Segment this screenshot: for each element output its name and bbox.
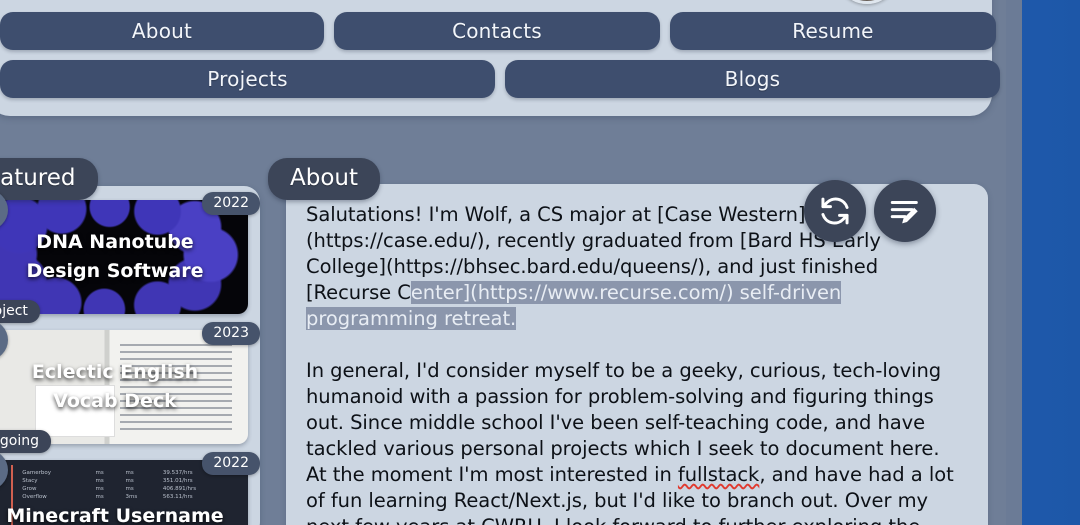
table-cell: 406.891/hrs [160,485,243,493]
navigation-card: About Contacts Resume Projects Blogs [0,0,992,116]
table-row: Stacymsms351.01/hrs [19,477,242,485]
nav-projects-label: Projects [207,67,287,91]
nav-about-label: About [132,19,192,43]
edit-list-icon [888,194,922,228]
scrollbar-thumb[interactable] [1006,0,1022,525]
accent-bar [11,465,13,525]
table-cell: Grow [19,485,92,493]
desktop-background: About Contacts Resume Projects Blogs [0,0,1080,525]
featured-card-minecraft[interactable]: Gamerboymsms39.537/hrsStacymsms351.01/hr… [0,460,248,525]
nav-resume-label: Resume [792,19,873,43]
about-paragraph-2: In general, I'd consider myself to be a … [306,358,966,525]
table-cell: Gamerboy [19,469,92,477]
table-cell: ms [93,485,123,493]
nav-row-primary: About Contacts Resume [0,12,980,50]
card-year-badge: 2022 [202,452,260,475]
about-panel: Salutations! I'm Wolf, a CS major at [Ca… [286,184,988,525]
nav-blogs-label: Blogs [725,67,781,91]
sync-button[interactable] [804,180,866,242]
featured-section-label: Featured [0,158,98,200]
edit-button[interactable] [874,180,936,242]
nav-resume-button[interactable]: Resume [670,12,996,50]
table-cell: 563.11/hrs [160,493,243,501]
card-year-badge: 2023 [202,322,260,345]
about-paragraph-1: Salutations! I'm Wolf, a CS major at [Ca… [306,202,966,332]
page-scrollbar[interactable] [1006,0,1022,525]
table-cell: Overflow [19,493,92,501]
nav-contacts-label: Contacts [452,19,542,43]
table-cell: ms [93,477,123,485]
nav-projects-button[interactable]: Projects [0,60,495,98]
featured-card-vocab[interactable]: Eclectic English Vocab Deck 2023 Ongoing [0,330,248,444]
nav-contacts-button[interactable]: Contacts [334,12,660,50]
table-cell: Stacy [19,477,92,485]
featured-panel: DNA Nanotube Design Software 2022 Projec… [0,186,260,525]
sync-icon [818,194,852,228]
card-tag-badge: Project [0,300,40,323]
featured-column: Featured DNA Nanotube Design Software 20… [0,158,260,525]
table-cell: ms [93,493,123,501]
card-year-badge: 2022 [202,192,260,215]
avatar-row [0,0,980,4]
table-cell: ms [93,469,123,477]
misspelled-word-fullstack: fullstack [678,463,759,486]
table-cell: ms [123,469,160,477]
table-cell: ms [123,477,160,485]
table-row: Overflowms3ms563.11/hrs [19,493,242,501]
table-cell: ms [123,485,160,493]
card-thumbnail [0,200,248,314]
browser-viewport: About Contacts Resume Projects Blogs [0,0,1006,525]
featured-card-dna[interactable]: DNA Nanotube Design Software 2022 Projec… [0,200,248,314]
nav-blogs-button[interactable]: Blogs [505,60,1000,98]
nav-row-secondary: Projects Blogs [0,60,980,98]
vocab-deck-thumbnail-image [0,330,248,444]
content-region: Featured DNA Nanotube Design Software 20… [0,148,1006,525]
avatar[interactable] [836,0,898,4]
table-cell: 3ms [123,493,160,501]
table-cell: 351.01/hrs [160,477,243,485]
about-column: About [268,158,988,525]
card-tag-badge: Ongoing [0,430,51,453]
dna-nanotube-thumbnail-image [0,200,248,314]
about-section-label: About [268,158,380,200]
card-thumbnail [0,330,248,444]
nav-about-button[interactable]: About [0,12,324,50]
table-row: Growmsms406.891/hrs [19,485,242,493]
